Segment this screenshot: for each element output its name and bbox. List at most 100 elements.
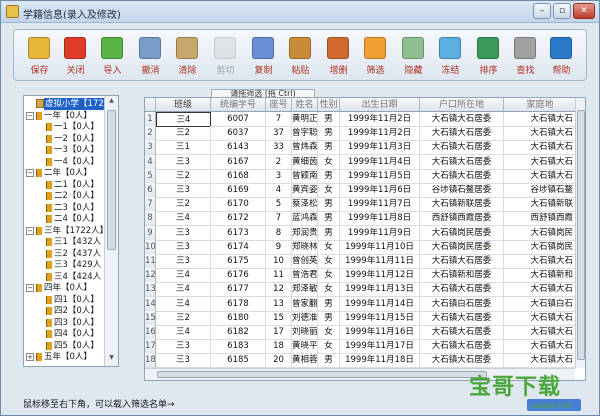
toolbar-button-5[interactable]: 剪切: [210, 35, 241, 77]
table-cell[interactable]: 6170: [211, 197, 266, 213]
table-cell[interactable]: 女: [318, 339, 340, 355]
table-cell[interactable]: 三4: [156, 211, 211, 227]
toolbar-button-0[interactable]: 保存: [24, 35, 55, 77]
toolbar-button-8[interactable]: 增删: [323, 35, 354, 77]
table-row[interactable]: 4 三3 6167 2 黄细茵女 1999年11月4日 大石镇大石居委 大石镇大石: [145, 154, 577, 170]
table-cell[interactable]: 大石镇大石: [504, 154, 577, 170]
table-cell[interactable]: 男: [318, 140, 340, 156]
table-cell[interactable]: 1999年11月12日: [340, 268, 420, 284]
table-cell[interactable]: 大石镇岗民: [504, 239, 577, 255]
table-cell[interactable]: 男: [318, 168, 340, 184]
table-cell[interactable]: 三4: [156, 268, 211, 284]
table-cell[interactable]: 13: [266, 296, 292, 312]
minimize-button[interactable]: –: [533, 3, 551, 19]
toolbar-button-13[interactable]: 查找: [510, 35, 541, 77]
toolbar-button-4[interactable]: 清除: [172, 35, 203, 77]
table-cell[interactable]: 1999年11月3日: [340, 140, 420, 156]
row-number[interactable]: 16: [145, 325, 156, 340]
table-row[interactable]: 13 三4 6177 12 郑泽敏女 1999年11月13日 大石镇大石居委 大石镇大石: [145, 282, 577, 298]
table-cell[interactable]: 男: [318, 211, 340, 227]
table-row[interactable]: 16 三4 6182 17 刘晓丽女 1999年11月16日 大石镇大石居委 大石镇大石: [145, 325, 577, 340]
table-cell[interactable]: 大石镇大石: [504, 325, 577, 340]
table-cell[interactable]: 6168: [211, 168, 266, 184]
table-cell[interactable]: 37: [266, 126, 292, 142]
table-cell[interactable]: 大石镇大石居委: [420, 168, 504, 184]
expand-plus-icon[interactable]: +: [26, 353, 34, 361]
tree-vertical-scrollbar[interactable]: ▲ ▼: [104, 96, 118, 366]
table-cell[interactable]: 1999年11月7日: [340, 197, 420, 213]
table-cell[interactable]: 33: [266, 140, 292, 156]
table-row[interactable]: 9 三3 6173 8 郑润贵男 1999年11月9日 大石镇岗民居委 大石镇岗民: [145, 225, 577, 241]
table-cell[interactable]: 6169: [211, 183, 266, 198]
toolbar-button-10[interactable]: 隐藏: [398, 35, 429, 77]
table-cell[interactable]: 大石镇大石居委: [420, 112, 504, 127]
table-cell[interactable]: 大石镇大石居委: [420, 339, 504, 355]
table-row[interactable]: 1 三4 6007 7 黄明正男 1999年11月2日 大石镇大石居委 大石镇大石: [145, 112, 577, 127]
row-number[interactable]: 17: [145, 339, 156, 355]
table-cell[interactable]: 三2: [156, 168, 211, 184]
table-cell[interactable]: 大石镇白石居委: [420, 296, 504, 312]
grid-hscroll-thumb[interactable]: [157, 371, 487, 378]
table-cell[interactable]: 黄明正: [292, 112, 318, 127]
table-cell[interactable]: 大石镇大石居委: [420, 126, 504, 142]
table-cell[interactable]: 大石镇岗民居委: [420, 239, 504, 255]
row-number[interactable]: 8: [145, 211, 156, 227]
tree-scroll-thumb[interactable]: [107, 110, 116, 250]
table-cell[interactable]: 蓝鸿森: [292, 211, 318, 227]
row-number[interactable]: 7: [145, 197, 156, 213]
table-cell[interactable]: 10: [266, 254, 292, 269]
table-cell[interactable]: 6143: [211, 140, 266, 156]
scroll-up-arrow-icon[interactable]: ▲: [107, 97, 116, 107]
table-cell[interactable]: 6173: [211, 225, 266, 241]
table-cell[interactable]: 1999年11月5日: [340, 168, 420, 184]
table-cell[interactable]: 1999年11月4日: [340, 154, 420, 170]
table-cell[interactable]: 郑晓林: [292, 239, 318, 255]
table-cell[interactable]: 曾家翻: [292, 296, 318, 312]
table-cell[interactable]: 11: [266, 268, 292, 284]
table-cell[interactable]: 黄宾姿: [292, 183, 318, 198]
row-number[interactable]: 15: [145, 310, 156, 326]
toolbar-button-6[interactable]: 复制: [248, 35, 279, 77]
grid-vertical-scrollbar[interactable]: [575, 98, 585, 368]
table-cell[interactable]: 女: [318, 282, 340, 298]
table-row[interactable]: 2 三2 6037 37 曾宇聪男 1999年11月2日 大石镇大石居委 大石镇大石: [145, 126, 577, 142]
row-number[interactable]: 2: [145, 126, 156, 142]
table-row[interactable]: 15 三2 6180 15 刘德准男 1999年11月15日 大石镇大石居委 大石镇大石: [145, 310, 577, 326]
table-row[interactable]: 18 三3 6185 20 黄相蓉男 1999年11月18日 大石镇大石居委 大石镇大石: [145, 353, 577, 369]
table-cell[interactable]: 黄相蓉: [292, 353, 318, 369]
table-cell[interactable]: 1999年11月9日: [340, 225, 420, 241]
collapse-minus-icon[interactable]: −: [26, 169, 34, 177]
table-cell[interactable]: 曾颖南: [292, 168, 318, 184]
table-cell[interactable]: 黄晓平: [292, 339, 318, 355]
row-number[interactable]: 5: [145, 168, 156, 184]
table-cell[interactable]: 大石镇大石: [504, 112, 577, 127]
table-cell[interactable]: 6180: [211, 310, 266, 326]
table-cell[interactable]: 女: [318, 268, 340, 284]
toolbar-button-12[interactable]: 排序: [473, 35, 504, 77]
table-cell[interactable]: 大石镇大石: [504, 310, 577, 326]
collapse-minus-icon[interactable]: −: [26, 284, 34, 292]
table-cell[interactable]: 三4: [156, 282, 211, 298]
table-cell[interactable]: 6007: [211, 112, 266, 127]
table-cell[interactable]: 西舒镇西霞: [504, 211, 577, 227]
table-cell[interactable]: 大石镇大石居委: [420, 353, 504, 369]
table-row[interactable]: 12 三4 6176 11 曾浩君女 1999年11月12日 大石镇新和居委 大石镇新和: [145, 268, 577, 284]
table-cell[interactable]: 三2: [156, 197, 211, 213]
table-cell[interactable]: 三4: [156, 112, 211, 127]
table-cell[interactable]: 女: [318, 183, 340, 198]
table-cell[interactable]: 1999年11月8日: [340, 211, 420, 227]
row-number[interactable]: 18: [145, 353, 156, 369]
toolbar-button-7[interactable]: 粘贴: [285, 35, 316, 77]
row-number[interactable]: 3: [145, 140, 156, 156]
table-cell[interactable]: 1999年11月6日: [340, 183, 420, 198]
table-row[interactable]: 10 三3 6174 9 郑晓林女 1999年11月10日 大石镇岗民居委 大石镇岗民: [145, 239, 577, 255]
column-header[interactable]: 户口所在地: [420, 98, 504, 112]
collapse-minus-icon[interactable]: −: [26, 111, 34, 120]
scroll-down-arrow-icon[interactable]: ▼: [107, 354, 116, 364]
table-cell[interactable]: 男: [318, 126, 340, 142]
student-grid[interactable]: 班级 统编学号 座号 姓名 性别 出生日期 户口所在地 家庭地 1 三4 6007 7 黄明正男 199…: [144, 97, 586, 381]
table-cell[interactable]: 大石镇新和居委: [420, 268, 504, 284]
table-cell[interactable]: 1999年11月18日: [340, 353, 420, 369]
column-header[interactable]: [145, 98, 156, 112]
table-cell[interactable]: 谷埗镇石鳌居委: [420, 183, 504, 198]
